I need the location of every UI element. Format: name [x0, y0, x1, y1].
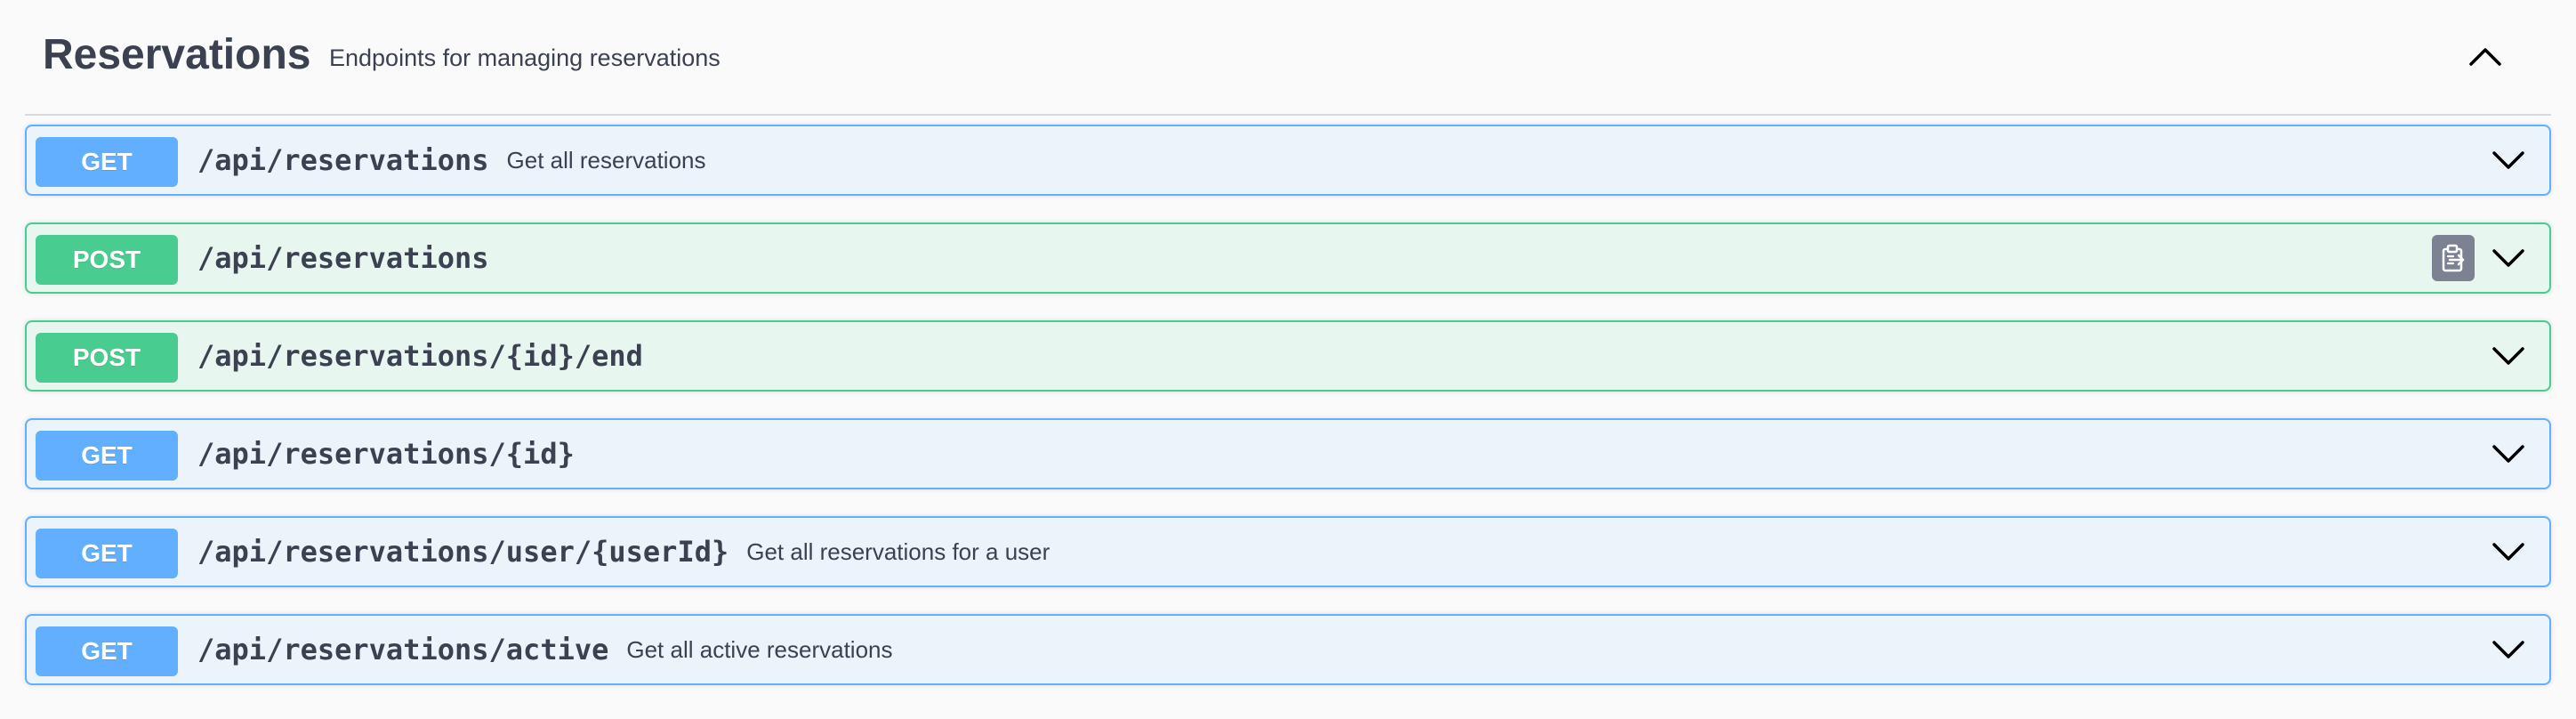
chevron-down-icon — [2492, 641, 2524, 658]
operation-path: /api/reservations — [197, 241, 489, 275]
expand-button[interactable] — [2491, 240, 2526, 276]
operation-path: /api/reservations/active — [197, 633, 609, 666]
chevron-down-icon — [2492, 445, 2524, 463]
operation-path-row: /api/reservations Get all reservations — [197, 126, 706, 194]
copy-to-clipboard-button[interactable] — [2432, 235, 2475, 281]
operation-path-row: /api/reservations/user/{userId} Get all … — [197, 518, 1050, 586]
method-badge: GET — [36, 431, 178, 481]
tag-description: Endpoints for managing reservations — [329, 44, 720, 71]
operation-get-reservations[interactable]: GET /api/reservations Get all reservatio… — [25, 125, 2551, 196]
expand-button[interactable] — [2491, 436, 2526, 472]
reservations-section: Reservations Endpoints for managing rese… — [25, 0, 2551, 719]
method-badge: GET — [36, 529, 178, 578]
operation-path-row: /api/reservations/{id}/end — [197, 322, 643, 390]
chevron-down-icon — [2492, 347, 2524, 365]
operation-post-reservations[interactable]: POST /api/reservations — [25, 222, 2551, 294]
copy-to-clipboard-icon — [2442, 244, 2465, 272]
operation-get-reservation-by-id[interactable]: GET /api/reservations/{id} — [25, 418, 2551, 489]
operation-path-row: /api/reservations — [197, 224, 489, 292]
chevron-down-icon — [2492, 249, 2524, 267]
operation-summary: Get all reservations — [506, 146, 706, 174]
chevron-down-icon — [2492, 543, 2524, 561]
operation-get-reservations-by-user[interactable]: GET /api/reservations/user/{userId} Get … — [25, 516, 2551, 587]
operation-summary: Get all reservations for a user — [746, 537, 1051, 565]
expand-button[interactable] — [2491, 338, 2526, 374]
expand-button[interactable] — [2491, 632, 2526, 667]
operation-path: /api/reservations/user/{userId} — [197, 535, 729, 569]
collapse-button[interactable] — [2459, 36, 2512, 78]
chevron-up-icon — [2469, 48, 2501, 66]
operation-path: /api/reservations/{id}/end — [197, 339, 643, 373]
method-badge: GET — [36, 626, 178, 676]
method-badge: POST — [36, 333, 178, 383]
expand-button[interactable] — [2491, 534, 2526, 570]
operation-path-row: /api/reservations/active Get all active … — [197, 616, 893, 683]
operation-path-row: /api/reservations/{id} — [197, 420, 575, 488]
method-badge: POST — [36, 235, 178, 285]
operation-post-reservations-end[interactable]: POST /api/reservations/{id}/end — [25, 320, 2551, 392]
tag-title: Reservations — [43, 31, 311, 78]
tag-header[interactable]: Reservations Endpoints for managing rese… — [25, 0, 2551, 116]
operation-path: /api/reservations — [197, 143, 489, 177]
operation-path: /api/reservations/{id} — [197, 437, 575, 471]
expand-button[interactable] — [2491, 142, 2526, 178]
chevron-down-icon — [2492, 151, 2524, 169]
method-badge: GET — [36, 137, 178, 187]
operation-get-active-reservations[interactable]: GET /api/reservations/active Get all act… — [25, 614, 2551, 685]
operation-summary: Get all active reservations — [626, 635, 893, 663]
